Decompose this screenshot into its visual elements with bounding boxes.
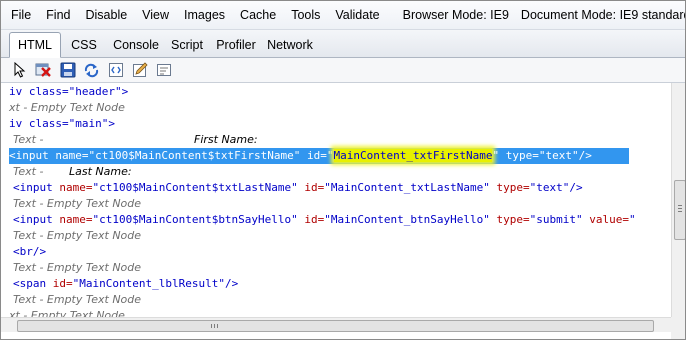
node-attr-value: "text": [529, 181, 570, 194]
menu-validate[interactable]: Validate: [327, 8, 386, 22]
node-tag: <input: [13, 181, 60, 194]
dom-node-header[interactable]: iv class="header">: [9, 84, 128, 100]
node-attr-value: "MainContent_txtLastName": [324, 181, 490, 194]
menu-view[interactable]: View: [134, 8, 176, 22]
node-attr-value: "MainContent_btnSayHello": [324, 213, 490, 226]
dom-node-span-result[interactable]: <span id="MainContent_lblResult"/>: [13, 276, 238, 292]
menu-tools[interactable]: Tools: [283, 8, 327, 22]
node-attr-name: id=: [300, 149, 327, 162]
text-node-content: Last Name:: [69, 165, 132, 178]
menu-find[interactable]: Find: [38, 8, 77, 22]
vertical-scroll-thumb[interactable]: [674, 180, 685, 240]
vertical-scrollbar[interactable]: [671, 83, 685, 317]
dom-node-main[interactable]: iv class="main">: [9, 116, 115, 132]
node-attr-value: "header": [68, 85, 122, 98]
grip-line: [214, 324, 215, 328]
dom-node-text[interactable]: Text - Empty Text Node: [13, 196, 141, 212]
developer-tools-window: File Find Disable View Images Cache Tool…: [0, 0, 686, 340]
dom-tree-view[interactable]: iv class="header"> xt - Empty Text Node …: [1, 83, 671, 317]
text-node-prefix: Text -: [13, 165, 44, 178]
word-wrap-icon[interactable]: [155, 62, 172, 79]
scrollbar-corner: [671, 317, 685, 339]
toolbar: [1, 58, 685, 83]
node-attr-value: "MainContent_lblResult": [72, 277, 225, 290]
dom-node-input-first-name-selected[interactable]: <input name="ct100$MainContent$txtFirstN…: [9, 148, 629, 164]
node-tag-end: >: [108, 117, 115, 130]
node-tag-end: >: [121, 85, 129, 98]
node-attr-value: ": [628, 213, 636, 226]
node-attr-value: "main": [68, 117, 109, 130]
node-attr-value: "ct100$MainContent$txtFirstName": [88, 149, 301, 162]
node-attr-value: "ct100$MainContent$txtLastName": [92, 181, 298, 194]
node-attr-value: "text": [538, 149, 579, 162]
node-attr-name: type=: [489, 213, 530, 226]
tab-profiler[interactable]: Profiler: [213, 34, 259, 56]
node-attr-name: id=: [297, 181, 325, 194]
select-element-icon[interactable]: [11, 62, 28, 79]
horizontal-scrollbar[interactable]: [1, 317, 671, 332]
node-attr-name: id=: [52, 277, 73, 290]
node-attr-name: name=: [55, 149, 89, 162]
menu-file[interactable]: File: [1, 8, 38, 22]
grip-line: [217, 324, 218, 328]
grip-line: [678, 211, 682, 212]
node-tag: <input: [13, 213, 60, 226]
dom-node-text[interactable]: xt - Empty Text Node: [9, 308, 125, 317]
clear-browser-icon[interactable]: [35, 62, 52, 79]
edit-icon[interactable]: [131, 62, 148, 79]
tab-script[interactable]: Script: [167, 34, 207, 56]
menu-disable[interactable]: Disable: [77, 8, 134, 22]
text-node-content: First Name:: [194, 133, 258, 146]
menu-images[interactable]: Images: [176, 8, 232, 22]
node-attr-value: "ct100$MainContent$btnSayHello": [92, 213, 298, 226]
node-attr-name: id=: [297, 213, 325, 226]
dom-node-br[interactable]: <br/>: [13, 244, 46, 260]
dom-node-text-first-name[interactable]: Text - First Name:: [13, 132, 258, 148]
tab-css[interactable]: CSS: [67, 34, 101, 56]
dom-node-text[interactable]: Text - Empty Text Node: [13, 228, 141, 244]
tab-html[interactable]: HTML: [9, 32, 61, 58]
search-highlight: MainContent_txtFirstName: [333, 149, 493, 162]
node-tag-end: />: [578, 149, 592, 162]
dom-node-text[interactable]: xt - Empty Text Node: [9, 100, 125, 116]
dom-node-text-last-name[interactable]: Text - Last Name:: [13, 164, 132, 180]
dom-node-text[interactable]: Text - Empty Text Node: [13, 292, 141, 308]
node-attr-name: type=: [489, 181, 530, 194]
node-attr-name: value=: [582, 213, 629, 226]
node-attr-name: name=: [59, 213, 93, 226]
tab-bar: HTML CSS Console Script Profiler Network: [1, 30, 685, 58]
grip-line: [678, 208, 682, 209]
dom-node-input-last-name[interactable]: <input name="ct100$MainContent$txtLastNa…: [13, 180, 583, 196]
browser-mode-menu[interactable]: Browser Mode: IE9: [397, 8, 515, 22]
tab-console[interactable]: Console: [109, 34, 163, 56]
dom-node-text[interactable]: Text - Empty Text Node: [13, 260, 141, 276]
node-tag-end: />: [569, 181, 583, 194]
node-attr-value: ": [326, 149, 334, 162]
node-tag-end: />: [224, 277, 239, 290]
document-mode-menu[interactable]: Document Mode: IE9 standards: [515, 8, 685, 22]
node-tag: <input: [9, 149, 56, 162]
node-attr-name: type=: [499, 149, 539, 162]
horizontal-scroll-thumb[interactable]: [17, 320, 654, 332]
text-node-prefix: Text -: [13, 133, 44, 146]
node-attr-value: "submit": [529, 213, 583, 226]
node-attr-name: name=: [59, 181, 93, 194]
tab-network[interactable]: Network: [265, 34, 315, 56]
menu-bar: File Find Disable View Images Cache Tool…: [1, 1, 685, 30]
save-icon[interactable]: [59, 62, 76, 79]
grip-line: [678, 205, 682, 206]
grip-line: [211, 324, 212, 328]
refresh-icon[interactable]: [83, 62, 100, 79]
dom-node-input-say-hello[interactable]: <input name="ct100$MainContent$btnSayHel…: [13, 212, 636, 228]
node-tag: iv class=: [9, 85, 69, 98]
menu-cache[interactable]: Cache: [232, 8, 283, 22]
dom-icon[interactable]: [107, 62, 124, 79]
node-tag: <span: [13, 277, 53, 290]
node-tag: iv class=: [9, 117, 69, 130]
